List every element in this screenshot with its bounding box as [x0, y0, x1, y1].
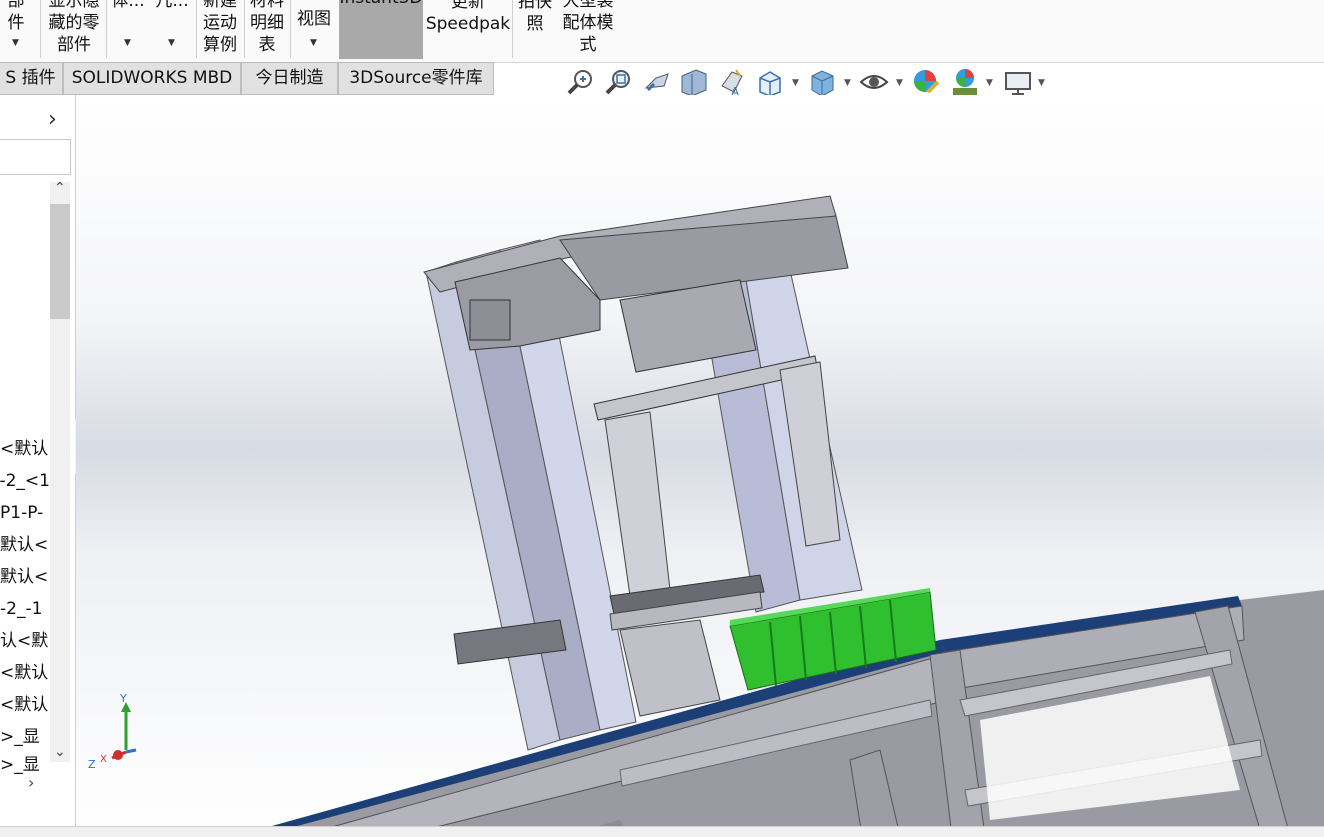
tree-item[interactable]: <默认: [0, 694, 50, 716]
dynamic-annotation-view-icon[interactable]: A: [716, 66, 748, 98]
update-speedpak-button[interactable]: 更新 Speedpak: [425, 0, 511, 60]
chevron-down-icon[interactable]: ▼: [844, 78, 851, 88]
graphics-area[interactable]: [76, 95, 1324, 836]
instant3d-button[interactable]: Instant3D: [339, 0, 423, 60]
bill-of-materials-button[interactable]: 材料 明细 表: [246, 0, 288, 60]
scrollbar-thumb[interactable]: [50, 204, 70, 319]
tree-filter-input[interactable]: [0, 139, 71, 175]
ribbon-divider: [40, 0, 41, 58]
new-motion-study-button[interactable]: 新建 运动 算例: [199, 0, 241, 60]
apply-scene-icon[interactable]: [948, 66, 982, 98]
tree-item[interactable]: -2_-1: [0, 598, 50, 620]
ribbon-button-geometry[interactable]: 几... ▼: [153, 0, 191, 60]
section-view-icon[interactable]: [678, 66, 710, 98]
tree-item[interactable]: <默认: [0, 438, 50, 460]
previous-view-icon[interactable]: [642, 66, 672, 98]
chevron-down-icon[interactable]: ▼: [986, 78, 993, 88]
view-settings-icon[interactable]: [1002, 66, 1034, 98]
assembly-model: [236, 195, 1324, 836]
tree-horizontal-scrollbar[interactable]: ›: [0, 773, 72, 797]
hide-show-items-icon[interactable]: [858, 66, 890, 98]
command-ribbon: 部件 ▼ 显示隐 藏的零 部件 体... ▼ 几... ▼ 新建 运动 算例 材料 明…: [0, 0, 1324, 63]
scroll-right-icon[interactable]: ›: [28, 773, 34, 792]
ribbon-button-view[interactable]: 视图 ▼: [292, 0, 336, 60]
scroll-down-icon[interactable]: ⌄: [54, 744, 66, 760]
chevron-down-icon: ▼: [310, 38, 317, 48]
tree-item[interactable]: -2_<1: [0, 470, 50, 492]
tree-item[interactable]: P1-P-: [0, 502, 50, 524]
chevron-down-icon[interactable]: ▼: [792, 78, 799, 88]
coordinate-triad: Y Z X: [88, 692, 137, 770]
y-axis-label: Y: [119, 692, 127, 705]
chevron-down-icon: ▼: [124, 38, 131, 48]
tree-item[interactable]: >_显: [0, 726, 50, 748]
large-assembly-mode-button[interactable]: 大型装 配体模 式: [557, 0, 619, 60]
tree-vertical-scrollbar[interactable]: ⌃ ⌄: [50, 180, 70, 762]
zoom-to-fit-icon[interactable]: [566, 66, 596, 98]
tab-addins[interactable]: S 插件: [0, 62, 63, 95]
ribbon-button-component[interactable]: 部件 ▼: [0, 0, 32, 60]
chevron-down-icon: ▼: [168, 38, 175, 48]
tree-item[interactable]: 认<默: [0, 630, 50, 652]
zoom-to-area-icon[interactable]: [604, 66, 634, 98]
feature-manager-panel: › ⌃ ⌄ <默认 -2_<1 P1-P- 默认< 默认< -2_-1 认<默 …: [0, 95, 76, 836]
chevron-down-icon: ▼: [12, 38, 19, 48]
edit-appearance-icon[interactable]: [910, 66, 942, 98]
ribbon-divider: [106, 0, 107, 58]
tree-item[interactable]: 默认<: [0, 534, 50, 556]
status-bar: [0, 826, 1324, 837]
tree-item[interactable]: <默认: [0, 662, 50, 684]
ribbon-divider: [196, 0, 197, 58]
chevron-down-icon[interactable]: ▼: [1038, 78, 1045, 88]
view-orientation-icon[interactable]: [754, 66, 786, 98]
scroll-up-icon[interactable]: ⌃: [54, 180, 66, 196]
tab-today-manufacturing[interactable]: 今日制造: [241, 62, 338, 95]
tree-item[interactable]: 默认<: [0, 566, 50, 588]
display-style-icon[interactable]: [806, 66, 838, 98]
tab-3dsource-library[interactable]: 3DSource零件库: [338, 62, 494, 95]
x-axis-label: X: [100, 754, 107, 765]
take-snapshot-button[interactable]: 拍快 照: [514, 0, 556, 60]
ribbon-button-body[interactable]: 体... ▼: [110, 0, 146, 60]
ribbon-divider: [244, 0, 245, 58]
tab-solidworks-mbd[interactable]: SOLIDWORKS MBD: [63, 62, 241, 95]
ribbon-divider: [512, 0, 513, 58]
tree-item[interactable]: >_显: [0, 754, 50, 776]
chevron-down-icon[interactable]: ▼: [896, 78, 903, 88]
show-hidden-components-button[interactable]: 显示隐 藏的零 部件: [44, 0, 104, 60]
chevron-right-icon[interactable]: ›: [48, 107, 57, 132]
ribbon-divider: [290, 0, 291, 58]
z-axis-label: Z: [88, 758, 96, 770]
